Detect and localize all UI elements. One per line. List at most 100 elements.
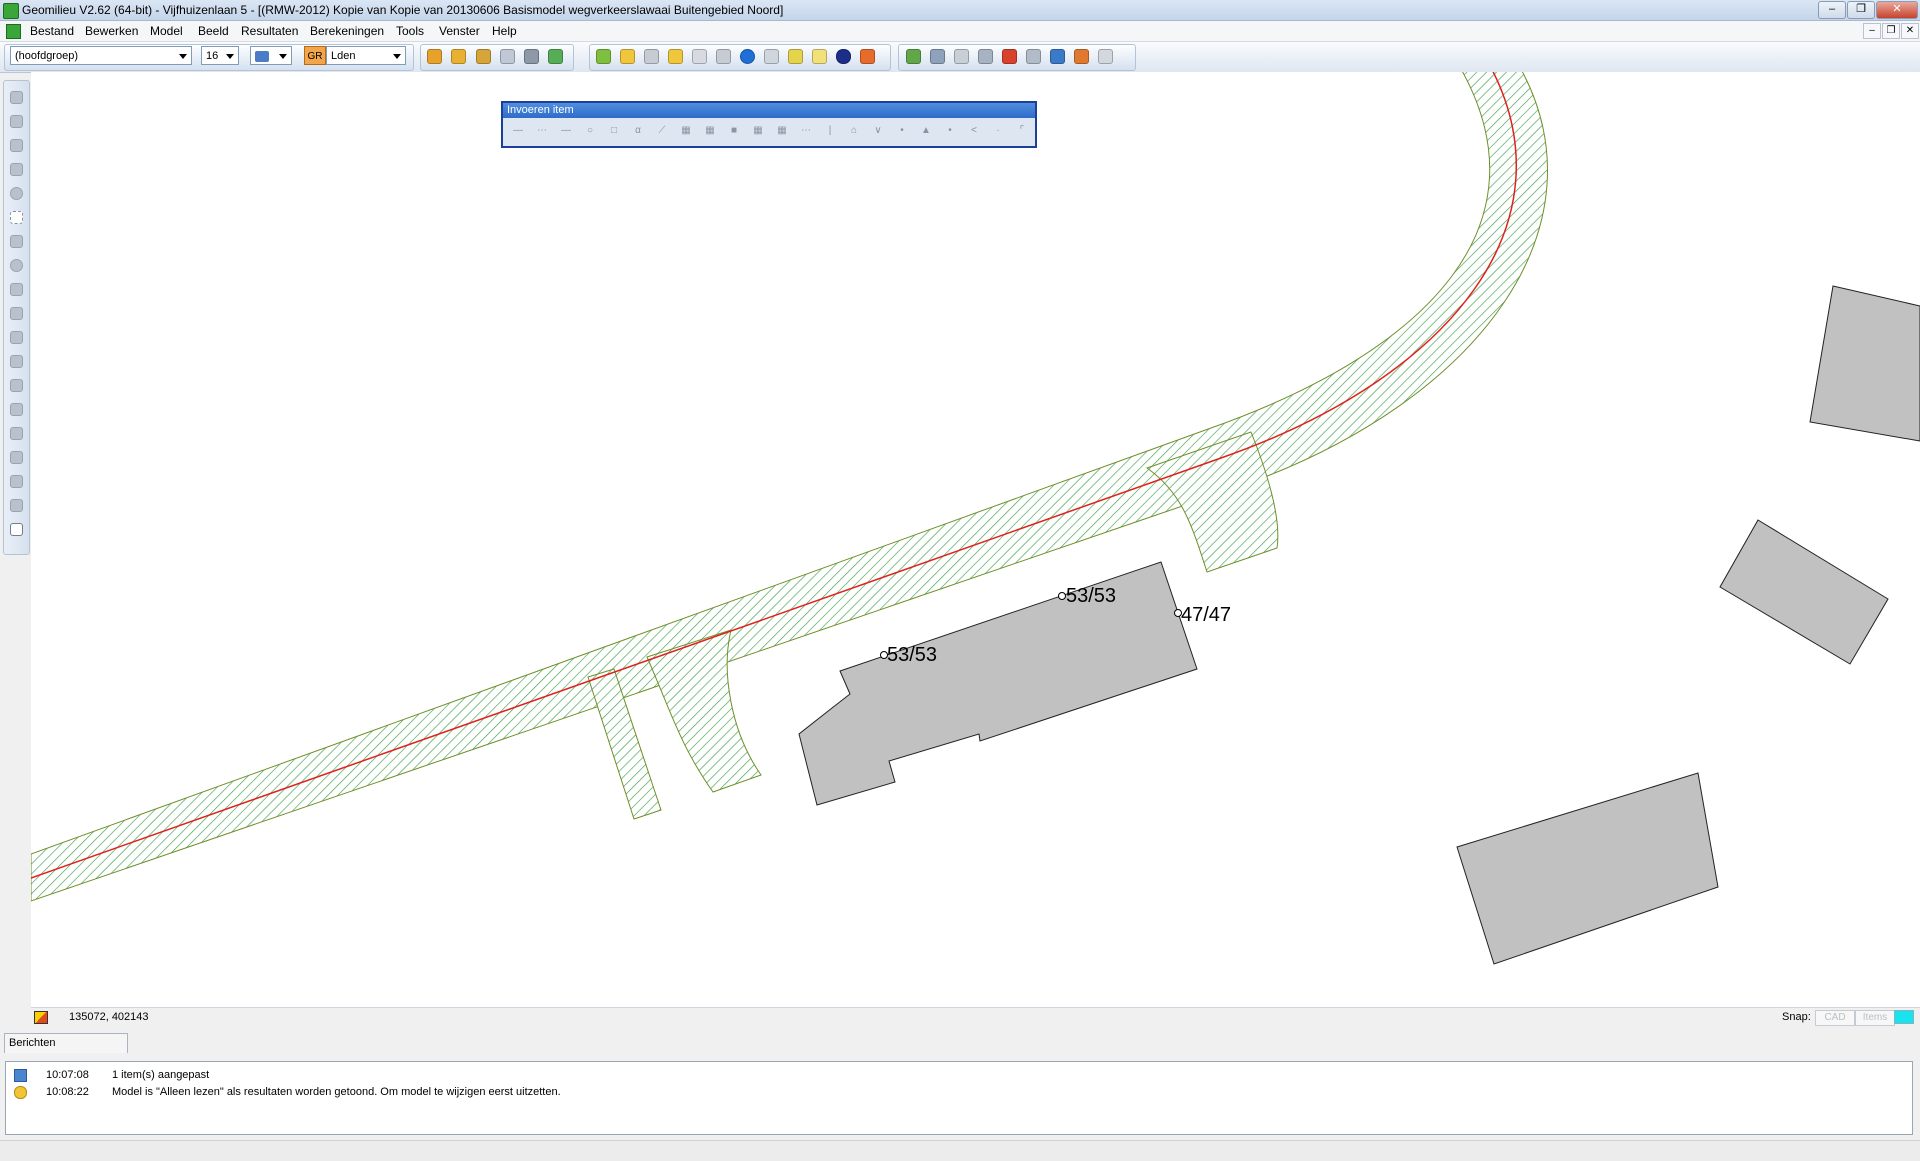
grid-icon[interactable] <box>764 49 779 64</box>
restore-button[interactable]: ❐ <box>1847 1 1875 19</box>
triangle-icon[interactable]: ▲ <box>921 126 931 136</box>
rectangle-icon[interactable]: □ <box>609 126 619 136</box>
menu-help[interactable]: Help <box>492 24 517 38</box>
copy-item-icon[interactable] <box>10 115 23 128</box>
input-item-panel-title[interactable]: Invoeren item <box>503 103 1035 118</box>
undo-icon[interactable] <box>10 475 23 488</box>
diagonal-line-icon[interactable]: ⟋ <box>657 126 667 136</box>
ruler-icon[interactable] <box>692 49 707 64</box>
tools-icon[interactable] <box>476 49 491 64</box>
delete-icon[interactable] <box>10 187 23 200</box>
map-canvas[interactable]: 53/53 53/53 47/47 <box>31 72 1920 1007</box>
split-icon[interactable] <box>10 331 23 344</box>
move-icon[interactable] <box>10 307 23 320</box>
line-segment-icon[interactable]: — <box>561 126 571 136</box>
building-icon[interactable]: ■ <box>729 126 739 136</box>
road-axis[interactable] <box>31 72 1517 879</box>
paste-icon[interactable] <box>668 49 683 64</box>
barrier-icon[interactable]: ⋯ <box>801 126 811 136</box>
dot-icon[interactable]: • <box>897 126 907 136</box>
select-icon[interactable] <box>10 91 23 104</box>
menu-berekeningen[interactable]: Berekeningen <box>310 24 384 38</box>
tab-berichten[interactable]: Berichten <box>4 1033 128 1053</box>
gr-badge[interactable]: GR <box>304 46 326 65</box>
menu-venster[interactable]: Venster <box>439 24 480 38</box>
calculate-icon[interactable] <box>524 49 539 64</box>
menu-beeld[interactable]: Beeld <box>198 24 229 38</box>
box-icon[interactable] <box>451 49 466 64</box>
arrow-down-icon[interactable] <box>10 451 23 464</box>
info-icon[interactable] <box>740 49 755 64</box>
close-button[interactable]: ✕ <box>1876 1 1918 19</box>
dashed-line-icon[interactable]: ⋯ <box>537 126 547 136</box>
duplicate-icon[interactable] <box>10 139 23 152</box>
corner-icon[interactable]: ⌜ <box>1017 126 1027 136</box>
polyline-icon[interactable]: α <box>633 126 643 136</box>
add-point-icon[interactable] <box>10 379 23 392</box>
menu-tools[interactable]: Tools <box>396 24 424 38</box>
connect-icon[interactable] <box>10 403 23 416</box>
grid-snap-icon[interactable] <box>10 523 23 536</box>
redo-icon[interactable] <box>10 499 23 512</box>
snap-cad-button[interactable]: CAD <box>1815 1010 1855 1026</box>
vertical-line-icon[interactable]: | <box>825 126 835 136</box>
zoom-out-icon[interactable] <box>978 49 993 64</box>
marker-icon[interactable] <box>860 49 875 64</box>
split-view-icon[interactable] <box>1098 49 1113 64</box>
menu-bestand[interactable]: Bestand <box>30 24 74 38</box>
ground-area-icon[interactable]: ▦ <box>753 126 763 136</box>
edit-icon[interactable] <box>788 49 803 64</box>
export-icon[interactable] <box>548 49 563 64</box>
zoom-in-icon[interactable] <box>906 49 921 64</box>
mdi-minimize-button[interactable]: – <box>1863 23 1881 39</box>
snap-color-swatch[interactable] <box>1894 1010 1914 1024</box>
rectangle-select-icon[interactable] <box>10 211 23 224</box>
fullscreen-icon[interactable] <box>1050 49 1065 64</box>
building[interactable] <box>1719 519 1889 665</box>
zoom-page-icon[interactable] <box>954 49 969 64</box>
print-icon[interactable] <box>500 49 515 64</box>
size-select[interactable]: 16 <box>201 46 239 65</box>
group-select[interactable]: (hoofdgroep) <box>10 46 192 65</box>
document-icon[interactable] <box>6 24 21 39</box>
edit-points-icon[interactable] <box>10 163 23 176</box>
line-icon[interactable]: — <box>513 126 523 136</box>
road-area[interactable] <box>31 72 1548 902</box>
minimize-button[interactable]: – <box>1818 1 1846 19</box>
folder-icon[interactable] <box>620 49 635 64</box>
legend-swatch-icon[interactable] <box>34 1011 48 1024</box>
copy-icon[interactable] <box>644 49 659 64</box>
hatch-area-icon[interactable]: ▦ <box>681 126 691 136</box>
building[interactable] <box>1809 285 1920 442</box>
snap-items-button[interactable]: Items <box>1855 1010 1895 1026</box>
menu-bewerken[interactable]: Bewerken <box>85 24 138 38</box>
point-icon[interactable]: ○ <box>585 126 595 136</box>
new-item-icon[interactable] <box>596 49 611 64</box>
zoom-previous-icon[interactable] <box>1002 49 1017 64</box>
chevron-down-icon[interactable]: ∨ <box>873 126 883 136</box>
mdi-restore-button[interactable]: ❐ <box>1882 23 1900 39</box>
shield-icon[interactable] <box>836 49 851 64</box>
receiver-point[interactable] <box>1058 592 1066 600</box>
measure-icon[interactable] <box>10 235 23 248</box>
menu-model[interactable]: Model <box>150 24 183 38</box>
rotate-icon[interactable] <box>10 259 23 272</box>
height-icon[interactable] <box>10 283 23 296</box>
join-icon[interactable] <box>10 355 23 368</box>
hatch-area-2-icon[interactable]: ▦ <box>705 126 715 136</box>
house-icon[interactable]: ⌂ <box>849 126 859 136</box>
pan-icon[interactable] <box>1074 49 1089 64</box>
zoom-window-icon[interactable] <box>930 49 945 64</box>
building[interactable] <box>1456 772 1719 965</box>
period-select[interactable]: Lden <box>326 46 406 65</box>
mdi-close-button[interactable]: ✕ <box>1901 23 1919 39</box>
frame-icon[interactable] <box>10 427 23 440</box>
zoom-extents-icon[interactable] <box>1026 49 1041 64</box>
menu-resultaten[interactable]: Resultaten <box>241 24 298 38</box>
layer-style-select[interactable] <box>250 46 292 65</box>
small-dot-icon[interactable]: • <box>945 126 955 136</box>
small-point-icon[interactable]: · <box>993 126 1003 136</box>
chevron-left-icon[interactable]: < <box>969 126 979 136</box>
import-icon[interactable] <box>427 49 442 64</box>
note-icon[interactable] <box>812 49 827 64</box>
